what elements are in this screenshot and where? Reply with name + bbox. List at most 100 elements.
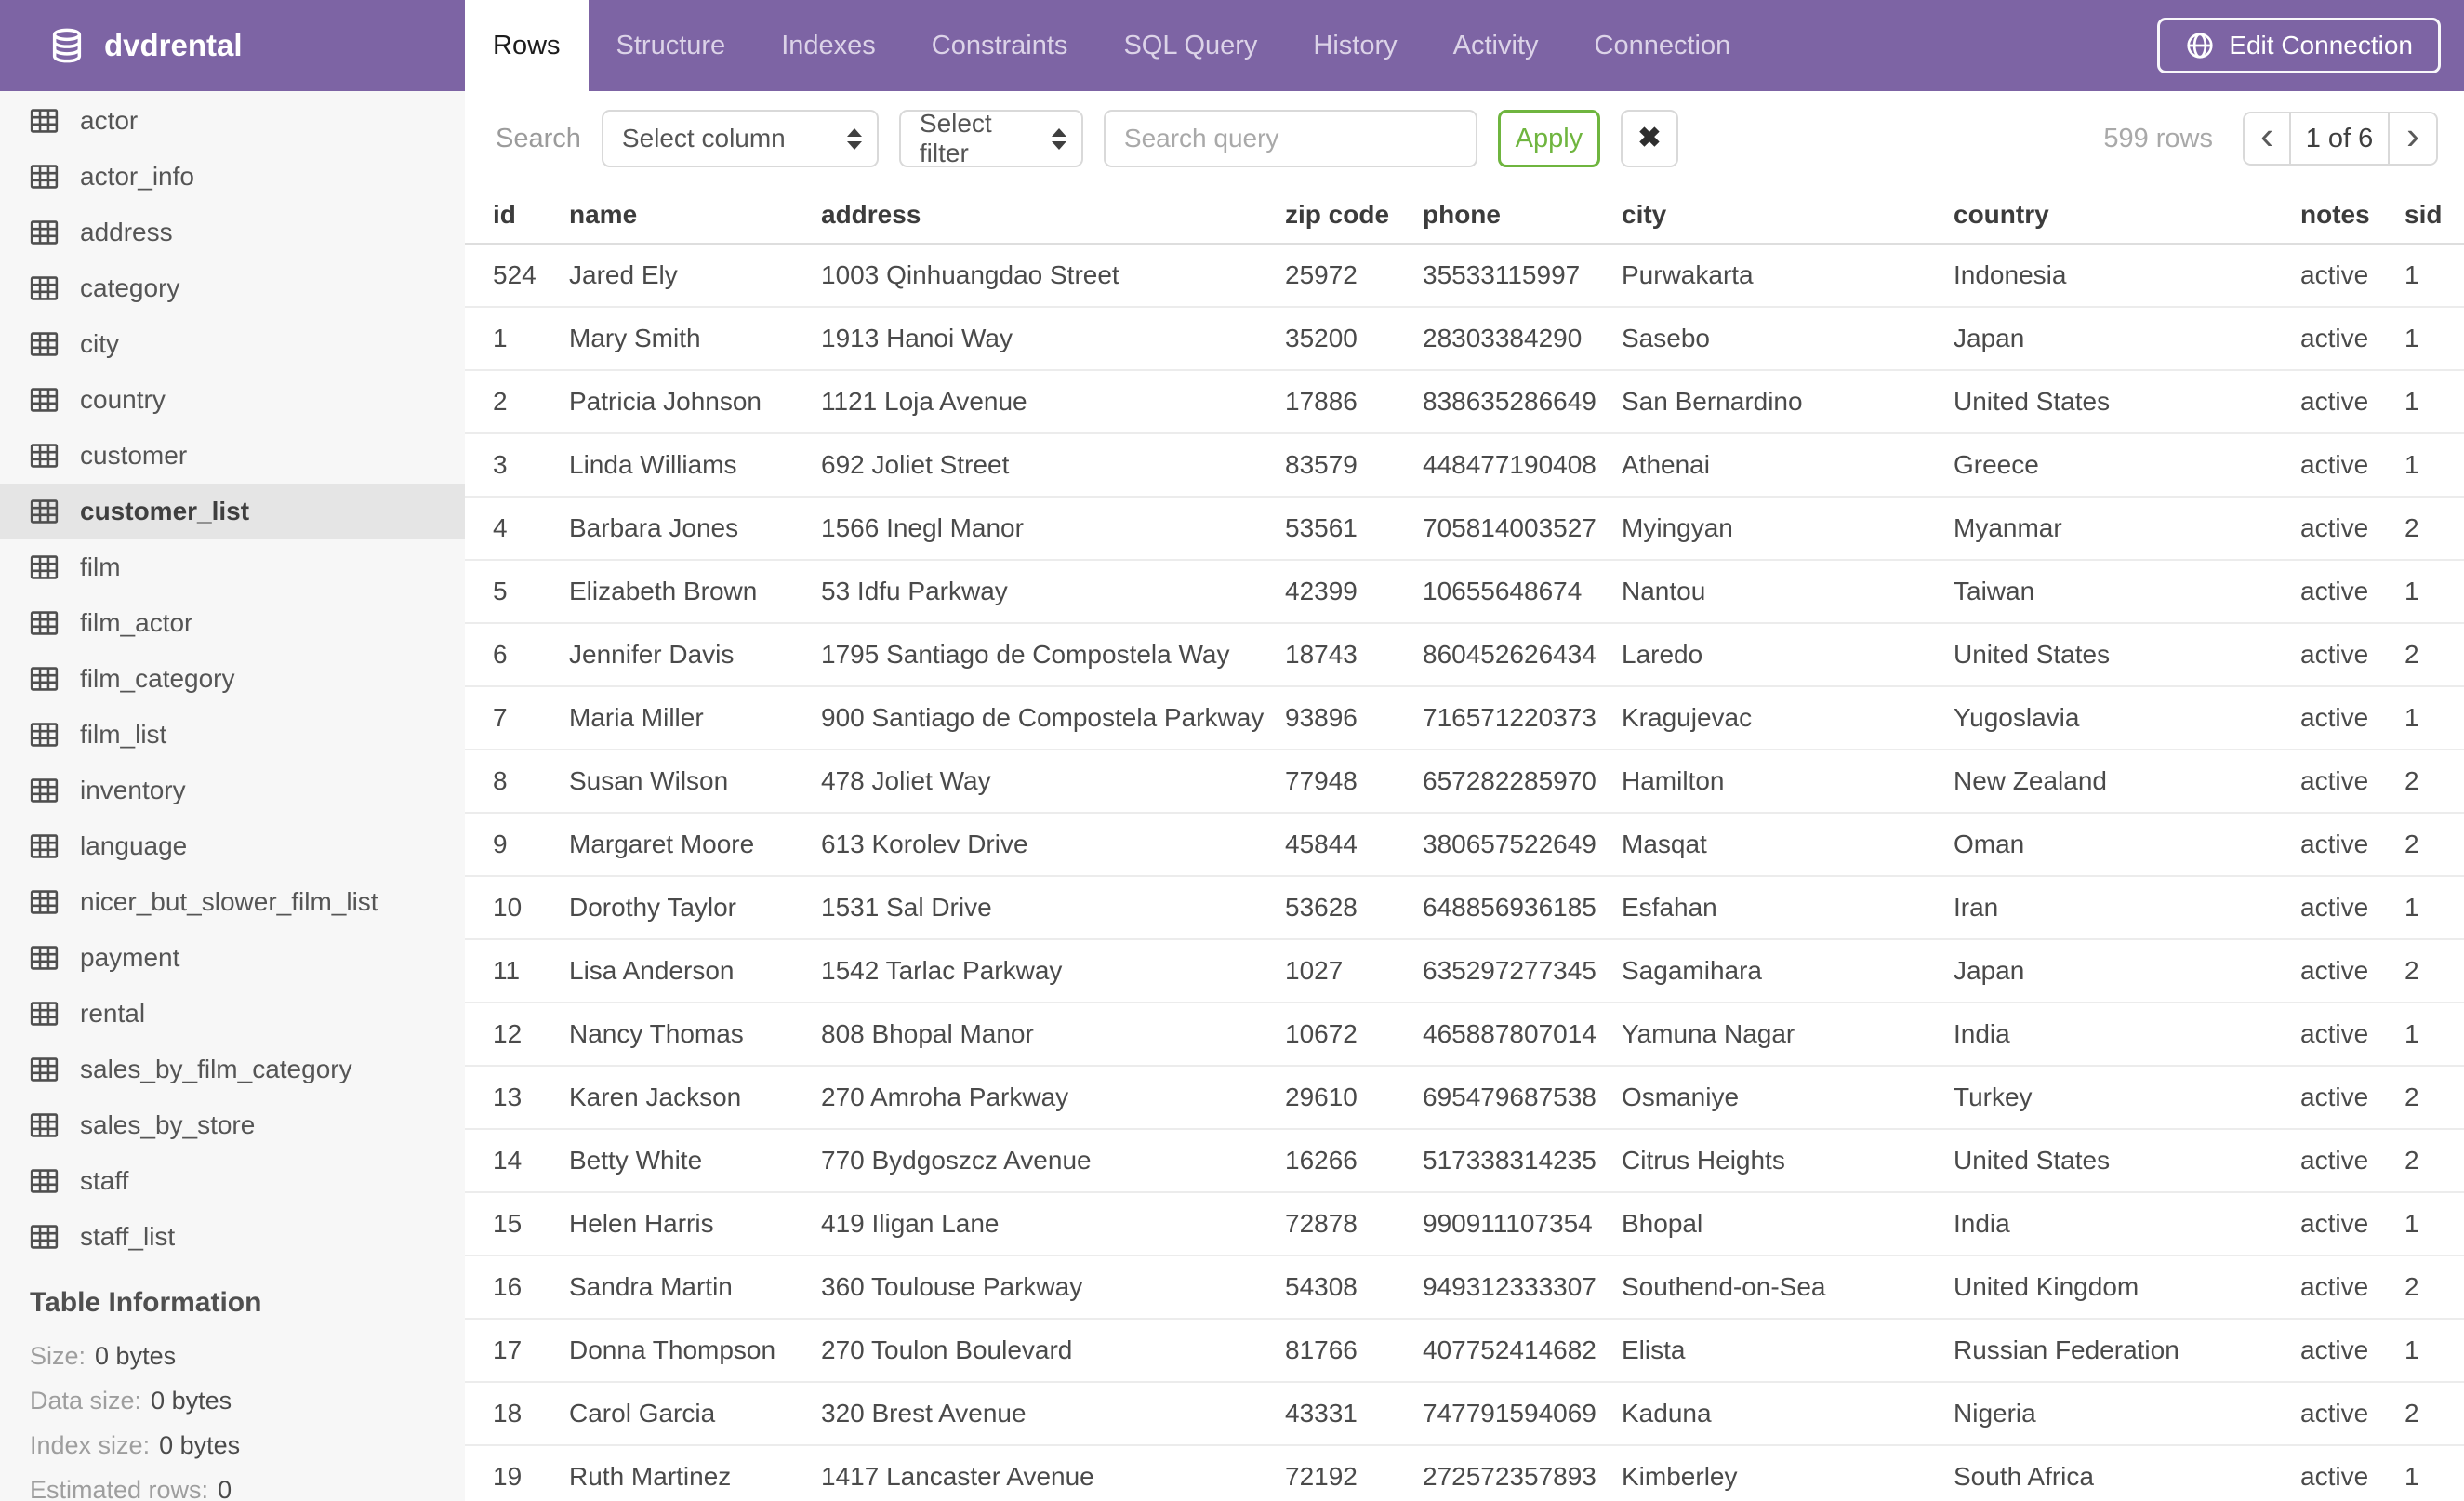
sidebar-item-film[interactable]: film [0, 539, 465, 595]
filter-select[interactable]: Select filter [898, 109, 1083, 167]
cell-id: 5 [465, 560, 569, 624]
table-row[interactable]: 15 Helen Harris 419 Iligan Lane 72878 990911… [465, 1192, 2464, 1256]
table-grid-icon [30, 667, 59, 691]
tab-indexes[interactable]: Indexes [753, 0, 904, 91]
cell-country: Japan [1954, 307, 2300, 371]
table-row[interactable]: 524 Jared Ely 1003 Qinhuangdao Street 25972… [465, 244, 2464, 308]
cell-address: 770 Bydgoszcz Avenue [821, 1129, 1285, 1193]
sidebar-item-country[interactable]: country [0, 372, 465, 428]
table-grid-icon [30, 1225, 59, 1249]
cell-phone: 635297277345 [1423, 939, 1622, 1003]
cell-notes: active [2300, 1319, 2404, 1383]
next-page-button[interactable]: › [2390, 113, 2436, 164]
sidebar-item-actor-info[interactable]: actor_info [0, 149, 465, 205]
sidebar-item-label: inventory [80, 776, 186, 804]
table-row[interactable]: 17 Donna Thompson 270 Toulon Boulevard 8176… [465, 1319, 2464, 1383]
table-row[interactable]: 4 Barbara Jones 1566 Inegl Manor 53561 70581… [465, 497, 2464, 561]
cell-notes: active [2300, 560, 2404, 624]
cell-zip-code: 53561 [1285, 497, 1423, 561]
table-row[interactable]: 6 Jennifer Davis 1795 Santiago de Composte… [465, 623, 2464, 687]
sidebar-item-customer[interactable]: customer [0, 428, 465, 484]
cell-phone: 990911107354 [1423, 1192, 1622, 1256]
column-header-name[interactable]: name [569, 186, 821, 245]
sidebar-item-language[interactable]: language [0, 818, 465, 874]
table-row[interactable]: 7 Maria Miller 900 Santiago de Compostela … [465, 686, 2464, 750]
sidebar-item-rental[interactable]: rental [0, 986, 465, 1042]
cell-notes: active [2300, 1445, 2404, 1501]
cell-id: 12 [465, 1003, 569, 1067]
sidebar-item-film-category[interactable]: film_category [0, 651, 465, 707]
table-row[interactable]: 5 Elizabeth Brown 53 Idfu Parkway 42399 1065… [465, 560, 2464, 624]
table-row[interactable]: 8 Susan Wilson 478 Joliet Way 77948 65728228… [465, 750, 2464, 814]
tab-sql-query[interactable]: SQL Query [1095, 0, 1285, 91]
prev-page-button[interactable]: ‹ [2245, 113, 2291, 164]
cell-notes: active [2300, 623, 2404, 687]
table-row[interactable]: 12 Nancy Thomas 808 Bhopal Manor 10672 46588… [465, 1003, 2464, 1067]
sidebar-item-inventory[interactable]: inventory [0, 763, 465, 818]
row-count: 599 rows [2103, 123, 2213, 153]
sidebar-item-payment[interactable]: payment [0, 930, 465, 986]
cell-address: 1003 Qinhuangdao Street [821, 244, 1285, 308]
table-row[interactable]: 11 Lisa Anderson 1542 Tarlac Parkway 1027 63… [465, 939, 2464, 1003]
cell-address: 1417 Lancaster Avenue [821, 1445, 1285, 1501]
table-grid-icon [30, 388, 59, 412]
cell-sid: 1 [2404, 686, 2464, 750]
cell-address: 613 Korolev Drive [821, 813, 1285, 877]
cell-notes: active [2300, 1255, 2404, 1320]
column-header-phone[interactable]: phone [1423, 186, 1622, 245]
column-header-sid[interactable]: sid [2404, 186, 2464, 245]
column-header-address[interactable]: address [821, 186, 1285, 245]
cell-notes: active [2300, 1066, 2404, 1130]
cell-name: Elizabeth Brown [569, 560, 821, 624]
cell-name: Linda Williams [569, 433, 821, 498]
table-row[interactable]: 10 Dorothy Taylor 1531 Sal Drive 53628 64885… [465, 876, 2464, 940]
sidebar-item-sales-by-store[interactable]: sales_by_store [0, 1097, 465, 1153]
table-grid-icon [30, 444, 59, 468]
column-header-city[interactable]: city [1622, 186, 1954, 245]
sidebar-item-actor[interactable]: actor [0, 93, 465, 149]
column-header-country[interactable]: country [1954, 186, 2300, 245]
table-grid-icon [30, 499, 59, 524]
column-header-zip-code[interactable]: zip code [1285, 186, 1423, 245]
search-query-input[interactable] [1103, 110, 1477, 167]
sidebar-item-nicer-but-slower-film-list[interactable]: nicer_but_slower_film_list [0, 874, 465, 930]
table-row[interactable]: 14 Betty White 770 Bydgoszcz Avenue 16266 51… [465, 1129, 2464, 1193]
sidebar-item-address[interactable]: address [0, 205, 465, 260]
column-header-notes[interactable]: notes [2300, 186, 2404, 245]
sidebar-item-category[interactable]: category [0, 260, 465, 316]
sidebar-item-film-actor[interactable]: film_actor [0, 595, 465, 651]
sidebar-item-label: category [80, 273, 180, 302]
cell-phone: 705814003527 [1423, 497, 1622, 561]
column-select[interactable]: Select column [601, 110, 879, 167]
sidebar-item-city[interactable]: city [0, 316, 465, 372]
table-row[interactable]: 9 Margaret Moore 613 Korolev Drive 45844 380… [465, 813, 2464, 877]
sidebar-item-staff[interactable]: staff [0, 1153, 465, 1209]
edit-connection-button[interactable]: Edit Connection [2157, 18, 2441, 73]
table-row[interactable]: 18 Carol Garcia 320 Brest Avenue 43331 74779… [465, 1382, 2464, 1446]
sidebar-item-label: sales_by_store [80, 1110, 256, 1139]
clear-search-button[interactable]: ✖ [1620, 110, 1678, 167]
tab-structure[interactable]: Structure [589, 0, 754, 91]
tab-connection[interactable]: Connection [1567, 0, 1759, 91]
cell-city: Kimberley [1622, 1445, 1954, 1501]
tab-rows[interactable]: Rows [465, 0, 589, 91]
table-row[interactable]: 19 Ruth Martinez 1417 Lancaster Avenue 7219… [465, 1445, 2464, 1501]
cell-city: Masqat [1622, 813, 1954, 877]
table-row[interactable]: 13 Karen Jackson 270 Amroha Parkway 29610 69… [465, 1066, 2464, 1130]
sidebar-item-sales-by-film-category[interactable]: sales_by_film_category [0, 1042, 465, 1097]
cell-notes: active [2300, 876, 2404, 940]
tab-activity[interactable]: Activity [1425, 0, 1567, 91]
table-row[interactable]: 16 Sandra Martin 360 Toulouse Parkway 54308… [465, 1255, 2464, 1320]
column-header-id[interactable]: id [465, 186, 569, 245]
sidebar-item-film-list[interactable]: film_list [0, 707, 465, 763]
table-row[interactable]: 1 Mary Smith 1913 Hanoi Way 35200 2830338429… [465, 307, 2464, 371]
sidebar-item-staff-list[interactable]: staff_list [0, 1209, 465, 1265]
sidebar-item-customer-list[interactable]: customer_list [0, 484, 465, 539]
apply-button[interactable]: Apply [1497, 110, 1600, 167]
main-content: Search Select column Select filter Apply… [465, 91, 2464, 1501]
cell-zip-code: 16266 [1285, 1129, 1423, 1193]
table-row[interactable]: 2 Patricia Johnson 1121 Loja Avenue 17886 83… [465, 370, 2464, 434]
table-row[interactable]: 3 Linda Williams 692 Joliet Street 83579 448… [465, 433, 2464, 498]
tab-history[interactable]: History [1285, 0, 1424, 91]
tab-constraints[interactable]: Constraints [904, 0, 1096, 91]
